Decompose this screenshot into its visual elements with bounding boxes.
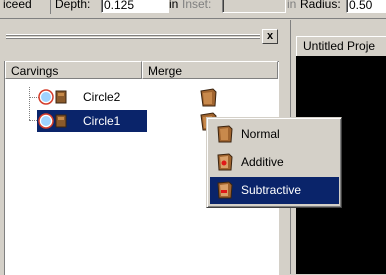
tree-item-circle2[interactable]: Circle2	[81, 90, 122, 104]
inset-label: Inset:	[182, 0, 212, 11]
merge-normal-icon	[216, 125, 235, 143]
depth-label: Depth:	[55, 0, 91, 11]
depth-unit-label: in	[169, 0, 179, 11]
column-header-carvings[interactable]: Carvings	[5, 61, 142, 79]
inset-input[interactable]	[222, 0, 286, 13]
panel-grip[interactable]	[6, 34, 260, 41]
merge-subtractive-icon	[216, 181, 235, 199]
radius-label: Radius:	[300, 0, 341, 11]
inset-unit-label: in	[287, 0, 297, 11]
column-header-merge[interactable]: Merge	[142, 61, 278, 79]
circle-shape-icon	[37, 88, 67, 106]
toolbar-fragment-label: iceed	[3, 0, 32, 11]
menu-item-label: Subtractive	[241, 183, 302, 197]
tree-line	[29, 87, 30, 120]
menu-item-additive[interactable]: Additive	[210, 149, 339, 176]
menu-item-subtractive[interactable]: Subtractive	[210, 177, 339, 204]
material-swatch-icon[interactable]	[199, 88, 219, 108]
radius-input[interactable]: 0.50	[346, 0, 386, 13]
close-panel-button[interactable]: x	[262, 29, 278, 44]
toolbar-separator	[50, 0, 51, 14]
tab-untitled-project[interactable]: Untitled Proje	[296, 36, 386, 56]
merge-context-menu: Normal Additive Subtractive	[206, 117, 342, 208]
menu-item-label: Additive	[241, 155, 284, 169]
merge-additive-icon	[216, 153, 235, 171]
menu-item-normal[interactable]: Normal	[210, 121, 339, 148]
menu-item-label: Normal	[241, 127, 280, 141]
circle-shape-icon	[37, 112, 67, 130]
properties-toolbar: iceed Depth: 0.125 in Inset: in Radius: …	[0, 0, 386, 19]
tree-item-circle1[interactable]: Circle1	[81, 114, 123, 128]
depth-input[interactable]: 0.125	[101, 0, 169, 13]
